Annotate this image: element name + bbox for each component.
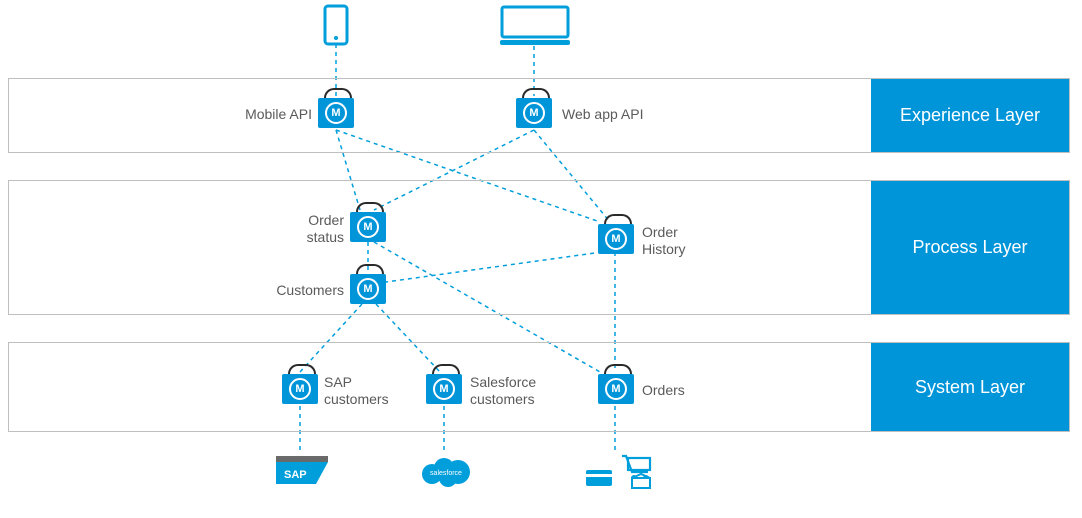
process-layer-title: Process Layer xyxy=(871,181,1069,314)
web-app-api-node: M xyxy=(516,98,552,128)
system-layer-title: System Layer xyxy=(871,343,1069,431)
experience-layer-label: Experience Layer xyxy=(900,104,1040,127)
order-history-label: Order History xyxy=(642,224,702,258)
salesforce-backend-icon: salesforce xyxy=(418,452,474,493)
web-app-api-label: Web app API xyxy=(562,106,643,123)
sap-customers-node: M xyxy=(282,374,318,404)
customers-node: M xyxy=(350,274,386,304)
api-led-connectivity-diagram: Experience Layer M Mobile API M Web app … xyxy=(0,0,1082,518)
mobile-device-icon xyxy=(322,4,350,46)
order-status-node: M xyxy=(350,212,386,242)
order-status-label: Order status xyxy=(292,212,344,246)
sap-backend-icon: SAP xyxy=(276,456,328,491)
order-history-node: M xyxy=(598,224,634,254)
experience-layer-title: Experience Layer xyxy=(871,79,1069,152)
system-layer-label: System Layer xyxy=(915,376,1025,399)
salesforce-logo-text: salesforce xyxy=(430,470,462,477)
mobile-api-label: Mobile API xyxy=(228,106,312,123)
salesforce-customers-node: M xyxy=(426,374,462,404)
orders-backend-icon xyxy=(586,452,656,495)
orders-node: M xyxy=(598,374,634,404)
customers-label: Customers xyxy=(268,282,344,299)
process-layer-container: Process Layer xyxy=(8,180,1070,315)
orders-label: Orders xyxy=(642,382,685,399)
process-layer-label: Process Layer xyxy=(912,236,1027,259)
desktop-device-icon xyxy=(498,4,572,48)
sap-customers-label: SAP customers xyxy=(324,374,404,408)
salesforce-customers-label: Salesforce customers xyxy=(470,374,560,408)
sap-logo-text: SAP xyxy=(284,469,307,481)
mobile-api-node: M xyxy=(318,98,354,128)
